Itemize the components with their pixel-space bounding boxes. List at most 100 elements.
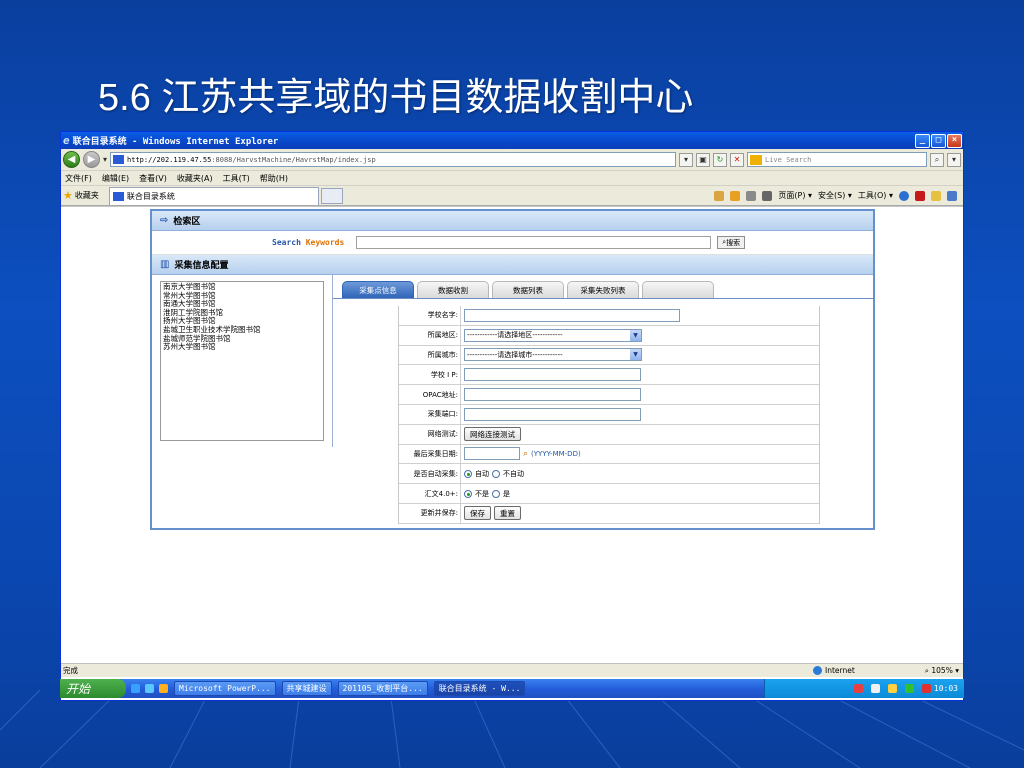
auto-label: 是否自动采集: [399,464,461,484]
net-test-button[interactable]: 网络连接测试 [464,427,521,442]
status-text: 完成 [63,666,78,675]
menu-tools[interactable]: 工具(T) [223,173,250,184]
addon-icon[interactable] [931,190,941,201]
list-item[interactable]: 苏州大学图书馆 [163,343,321,352]
help-icon[interactable] [899,190,909,201]
tab-data-harvest[interactable]: 数据收割 [417,281,489,298]
research-icon[interactable] [947,190,957,201]
live-search-input[interactable]: Live Search [747,152,927,167]
search-go-icon[interactable]: ⌕ [930,152,944,167]
ie-window: e 联合目录系统 - Windows Internet Explorer _ □… [60,131,964,701]
section-arrow-icon: ⇨ [160,215,169,226]
task-document[interactable]: 201105_收割平台... [337,681,428,696]
menu-edit[interactable]: 编辑(E) [102,173,129,184]
search-button[interactable]: ⌕ 搜索 [717,236,746,249]
auto-no-radio[interactable] [492,469,500,478]
reset-button[interactable]: 重置 [494,506,521,521]
opac-input[interactable] [464,388,641,402]
date-picker-icon[interactable]: ⌕ [523,449,528,459]
menu-favorites[interactable]: 收藏夹(A) [177,173,213,184]
favorites-star-icon[interactable]: ★ [63,189,73,202]
zoom-level[interactable]: ⌕ 105% ▾ [925,666,959,676]
last-date-input[interactable] [464,447,520,461]
home-icon[interactable] [714,190,725,201]
address-dropdown-icon[interactable]: ▾ [679,152,693,167]
start-button[interactable]: 开始 [60,679,126,698]
library-list[interactable]: 南京大学图书馆 常州大学图书馆 南通大学图书馆 淮阴工学院图书馆 扬州大学图书馆… [160,281,324,441]
vertical-divider [332,275,333,447]
form-row: 学校 I P: [399,365,819,386]
task-powerpoint[interactable]: Microsoft PowerP... [174,681,276,696]
new-tab-button[interactable] [320,187,343,204]
tray-network-icon[interactable] [887,684,897,693]
quicklaunch-media-icon[interactable] [159,684,168,693]
config-section-header: ▥ 采集信息配置 [152,255,873,275]
minimize-button[interactable]: _ [915,133,930,148]
close-button[interactable]: × [947,133,962,148]
tools-menu[interactable]: 工具(O) ▾ [858,190,893,201]
compat-view-icon[interactable]: ▣ [696,152,710,167]
keywords-input[interactable] [356,236,712,249]
form-row: 最后采集日期: ⌕ (YYYY-MM-DD) [399,444,819,465]
task-folder[interactable]: 共享城建设 [281,681,332,696]
form-row: 是否自动采集: 自动 不自动 [399,464,819,485]
opac-label: OPAC地址: [399,385,461,404]
task-ie[interactable]: 联合目录系统 - W... [433,681,526,696]
tray-keyboard-icon[interactable] [870,684,880,693]
mail-icon[interactable] [746,190,757,201]
back-button[interactable]: ◀ [63,151,80,168]
tab-data-list[interactable]: 数据列表 [492,281,564,298]
background-lines [0,690,1024,768]
quicklaunch-ie-icon[interactable] [145,684,154,693]
quicklaunch-desktop-icon[interactable] [131,684,140,693]
form-row: 学校名字: [399,306,819,326]
window-titlebar[interactable]: e 联合目录系统 - Windows Internet Explorer _ □… [61,132,963,149]
tray-antivirus-icon[interactable] [904,684,914,693]
huiwen-no-radio[interactable] [464,489,472,498]
form-row: 网络测试: 网络连接测试 [399,424,819,445]
address-bar[interactable]: http://202.119.47.55 :8088/HarvstMachine… [110,152,676,167]
address-row: ◀ ▶ ▾ http://202.119.47.55 :8088/HarvstM… [61,149,963,171]
huiwen-label: 汇文4.0+: [399,484,461,503]
tab-failure-list[interactable]: 采集失败列表 [567,281,639,298]
city-select[interactable]: ------------请选择城市------------ ▼ [464,348,642,362]
tray-k-icon[interactable] [921,684,931,693]
form-row: 更新并保存: 保存 重置 [399,503,819,524]
status-bar: 完成 Internet ⌕ 105% ▾ [61,663,963,677]
update-save-label: 更新并保存: [399,503,461,523]
school-name-input[interactable] [464,308,680,322]
menu-view[interactable]: 查看(V) [139,173,167,184]
feeds-icon[interactable] [730,190,741,201]
port-input[interactable] [464,407,641,421]
maximize-button[interactable]: □ [931,133,946,148]
url-host: http://202.119.47.55 [127,155,212,164]
save-button[interactable]: 保存 [464,506,491,521]
search-options-icon[interactable]: ▾ [947,152,961,167]
config-tabs: 采集点信息 数据收割 数据列表 采集失败列表 [342,281,714,298]
auto-yes-radio[interactable] [464,469,472,478]
addon-k-icon[interactable] [915,190,925,201]
favorites-label[interactable]: 收藏夹 [75,190,99,201]
menu-bar: 文件(F) 编辑(E) 查看(V) 收藏夹(A) 工具(T) 帮助(H) [61,171,963,186]
region-select[interactable]: ------------请选择地区------------ ▼ [464,328,642,342]
print-icon[interactable] [762,190,773,201]
history-dropdown-icon[interactable]: ▾ [103,155,107,164]
stop-icon[interactable]: ✕ [730,152,744,167]
menu-file[interactable]: 文件(F) [65,173,92,184]
school-ip-label: 学校 I P: [399,365,461,385]
form-row: 汇文4.0+: 不是 是 [399,484,819,504]
page-menu[interactable]: 页面(P) ▾ [778,190,812,201]
config-body: 南京大学图书馆 常州大学图书馆 南通大学图书馆 淮阴工学院图书馆 扬州大学图书馆… [152,275,873,529]
forward-button[interactable]: ▶ [83,151,100,168]
huiwen-yes-radio[interactable] [492,489,500,498]
harvest-panel: ⇨ 检索区 Search Keywords ⌕ 搜索 ▥ 采集信息配置 南京大学… [150,209,875,530]
menu-help[interactable]: 帮助(H) [260,173,288,184]
tray-alert-icon[interactable] [853,684,863,693]
browser-tab-active[interactable]: 联合目录系统 [108,186,319,205]
safety-menu[interactable]: 安全(S) ▾ [818,190,852,201]
tab-empty[interactable] [642,281,714,298]
search-keywords-label: Search Keywords [272,238,345,247]
refresh-icon[interactable]: ↻ [713,152,727,167]
school-ip-input[interactable] [464,368,641,382]
tab-collection-point[interactable]: 采集点信息 [342,281,414,298]
